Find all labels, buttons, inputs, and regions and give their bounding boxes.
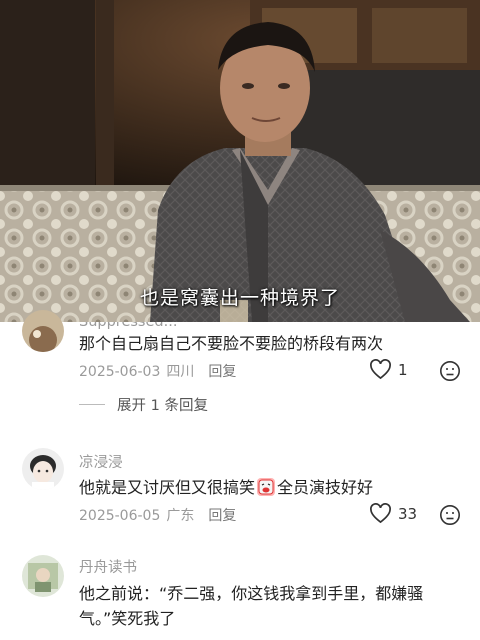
comment-item: 丹舟读书 他之前说：“乔二强，你这钱我拿到手里，都嫌骚气。”笑死我了	[0, 550, 480, 640]
like-count: 1	[398, 360, 408, 379]
like-count: 33	[398, 504, 418, 523]
comment-item: 凉浸浸 他就是又讨厌但又很搞笑 全员演技好好 2025-06-05 广东 回复 33	[0, 440, 480, 540]
comment-date: 2025-06-03	[79, 364, 161, 380]
expand-replies-label: 展开 1 条回复	[117, 398, 208, 414]
comment-meta: 2025-06-05 广东 回复	[79, 505, 236, 525]
comment-meta: 2025-06-03 四川 回复	[79, 361, 236, 381]
heart-icon	[370, 503, 391, 524]
reply-button[interactable]: 回复	[208, 364, 236, 380]
comment-item: Suppressed... 那个自己扇自己不要脸不要脸的桥段有两次 2025-0…	[0, 310, 480, 432]
avatar[interactable]	[22, 555, 64, 597]
video-frame[interactable]: 也是窝囊出一种境界了	[0, 0, 480, 322]
video-still-image	[0, 0, 480, 322]
avatar[interactable]	[22, 310, 64, 352]
avatar[interactable]	[22, 448, 64, 490]
comment-username[interactable]: 凉浸浸	[79, 451, 123, 472]
video-subtitle: 也是窝囊出一种境界了	[139, 287, 340, 309]
comment-date: 2025-06-05	[79, 508, 161, 524]
comment-location: 四川	[166, 364, 195, 380]
comment-text: 那个自己扇自己不要脸不要脸的桥段有两次	[79, 334, 384, 353]
thumbs-down-face-icon[interactable]	[439, 360, 461, 382]
comment-text-part: 全员演技好好	[277, 478, 374, 497]
expand-divider	[79, 404, 105, 405]
comment-text: 他之前说：“乔二强，你这钱我拿到手里，都嫌骚气。”笑死我了	[79, 584, 424, 628]
like-button[interactable]: 1	[369, 359, 408, 380]
comment-text: 他就是又讨厌但又很搞笑 全员演技好好	[79, 475, 442, 500]
reply-button[interactable]: 回复	[208, 508, 236, 524]
comment-text-part: 他就是又讨厌但又很搞笑	[79, 478, 256, 497]
heart-icon	[370, 359, 391, 380]
expand-replies-button[interactable]: 展开 1 条回复	[79, 394, 208, 415]
comment-location: 广东	[166, 508, 195, 524]
crying-laughing-emoji-icon	[257, 478, 276, 496]
like-button[interactable]: 33	[369, 503, 417, 524]
comment-username[interactable]: 丹舟读书	[79, 556, 137, 577]
thumbs-down-face-icon[interactable]	[439, 504, 461, 526]
